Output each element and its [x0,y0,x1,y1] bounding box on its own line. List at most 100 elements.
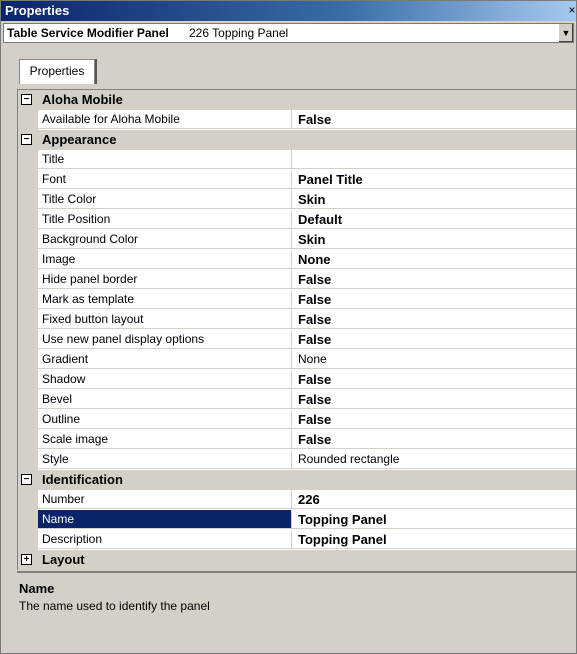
property-value[interactable]: Skin [292,190,576,209]
row-margin [18,250,38,270]
property-name[interactable]: Mark as template [38,290,292,309]
property-name[interactable]: Gradient [38,350,292,369]
property-value[interactable]: 226 [292,490,576,509]
property-value[interactable]: Topping Panel [292,510,576,529]
property-row[interactable]: Scale image False [18,430,576,450]
property-row[interactable]: Outline False [18,410,576,430]
row-margin [18,270,38,290]
property-value[interactable]: Skin [292,230,576,249]
property-name[interactable]: Number [38,490,292,509]
collapse-icon[interactable]: − [21,134,32,145]
row-margin [18,510,38,530]
property-row[interactable]: Title [18,150,576,170]
row-margin [18,190,38,210]
property-value[interactable]: None [292,350,576,369]
row-margin [18,450,38,470]
row-margin [18,430,38,450]
category-label: Appearance [42,132,117,147]
property-name[interactable]: Scale image [38,430,292,449]
row-margin [18,290,38,310]
object-instance-label: 226 Topping Panel [189,26,289,40]
property-row[interactable]: Title Color Skin [18,190,576,210]
property-row[interactable]: Style Rounded rectangle [18,450,576,470]
property-value[interactable]: False [292,370,576,389]
property-value[interactable]: False [292,110,576,129]
property-row[interactable]: Image None [18,250,576,270]
category-row[interactable]: − Identification [18,470,576,490]
category-row[interactable]: − Aloha Mobile [18,90,576,110]
property-value[interactable]: False [292,410,576,429]
property-row[interactable]: Font Panel Title [18,170,576,190]
property-value[interactable]: False [292,430,576,449]
property-name[interactable]: Title Color [38,190,292,209]
row-margin [18,230,38,250]
collapse-icon[interactable]: − [21,94,32,105]
property-name[interactable]: Hide panel border [38,270,292,289]
tab-properties[interactable]: Properties [19,59,95,84]
property-value[interactable]: False [292,390,576,409]
property-value[interactable]: False [292,290,576,309]
property-row[interactable]: Hide panel border False [18,270,576,290]
property-value[interactable]: Topping Panel [292,530,576,549]
property-value[interactable]: Rounded rectangle [292,450,576,469]
row-margin [18,390,38,410]
property-row[interactable]: Use new panel display options False [18,330,576,350]
property-value[interactable]: None [292,250,576,269]
row-margin [18,490,38,510]
property-row[interactable]: Background Color Skin [18,230,576,250]
property-row[interactable]: Name Topping Panel [18,510,576,530]
expand-icon[interactable]: + [21,554,32,565]
property-name[interactable]: Title Position [38,210,292,229]
property-row[interactable]: Number 226 [18,490,576,510]
dropdown-arrow-icon[interactable]: ▼ [558,24,573,42]
property-row[interactable]: Available for Aloha Mobile False [18,110,576,130]
category-row[interactable]: − Appearance [18,130,576,150]
property-name[interactable]: Bevel [38,390,292,409]
property-row[interactable]: Shadow False [18,370,576,390]
property-name[interactable]: Fixed button layout [38,310,292,329]
description-text: The name used to identify the panel [19,599,210,613]
description-title: Name [19,581,55,596]
property-value[interactable]: False [292,330,576,349]
property-value[interactable]: False [292,310,576,329]
property-name[interactable]: Title [38,150,292,169]
property-row[interactable]: Bevel False [18,390,576,410]
object-type-label: Table Service Modifier Panel [7,26,169,40]
category-label: Identification [42,472,123,487]
property-name[interactable]: Use new panel display options [38,330,292,349]
object-selector-dropdown[interactable]: Table Service Modifier Panel 226 Topping… [3,23,574,43]
category-label: Aloha Mobile [42,92,123,107]
property-name[interactable]: Description [38,530,292,549]
property-name[interactable]: Image [38,250,292,269]
title-bar[interactable]: Properties × [1,1,576,21]
property-name[interactable]: Background Color [38,230,292,249]
property-grid: − Aloha Mobile Available for Aloha Mobile F… [17,89,576,570]
property-row[interactable]: Description Topping Panel [18,530,576,550]
property-name[interactable]: Available for Aloha Mobile [38,110,292,129]
property-name[interactable]: Font [38,170,292,189]
properties-window: Properties × Table Service Modifier Pane… [0,0,577,654]
property-row[interactable]: Gradient None [18,350,576,370]
collapse-icon[interactable]: − [21,474,32,485]
property-name[interactable]: Shadow [38,370,292,389]
property-value[interactable] [292,150,576,169]
tab-strip: Properties [1,45,576,87]
row-margin [18,310,38,330]
property-name[interactable]: Style [38,450,292,469]
row-margin [18,410,38,430]
category-row[interactable]: + Layout [18,550,576,570]
row-margin [18,330,38,350]
property-row[interactable]: Mark as template False [18,290,576,310]
row-margin [18,170,38,190]
property-name[interactable]: Outline [38,410,292,429]
property-name[interactable]: Name [38,510,292,529]
property-row[interactable]: Title Position Default [18,210,576,230]
property-row[interactable]: Fixed button layout False [18,310,576,330]
property-value[interactable]: Default [292,210,576,229]
row-margin [18,370,38,390]
close-icon[interactable]: × [566,3,576,17]
property-value[interactable]: Panel Title [292,170,576,189]
row-margin [18,530,38,550]
property-value[interactable]: False [292,270,576,289]
row-margin [18,350,38,370]
